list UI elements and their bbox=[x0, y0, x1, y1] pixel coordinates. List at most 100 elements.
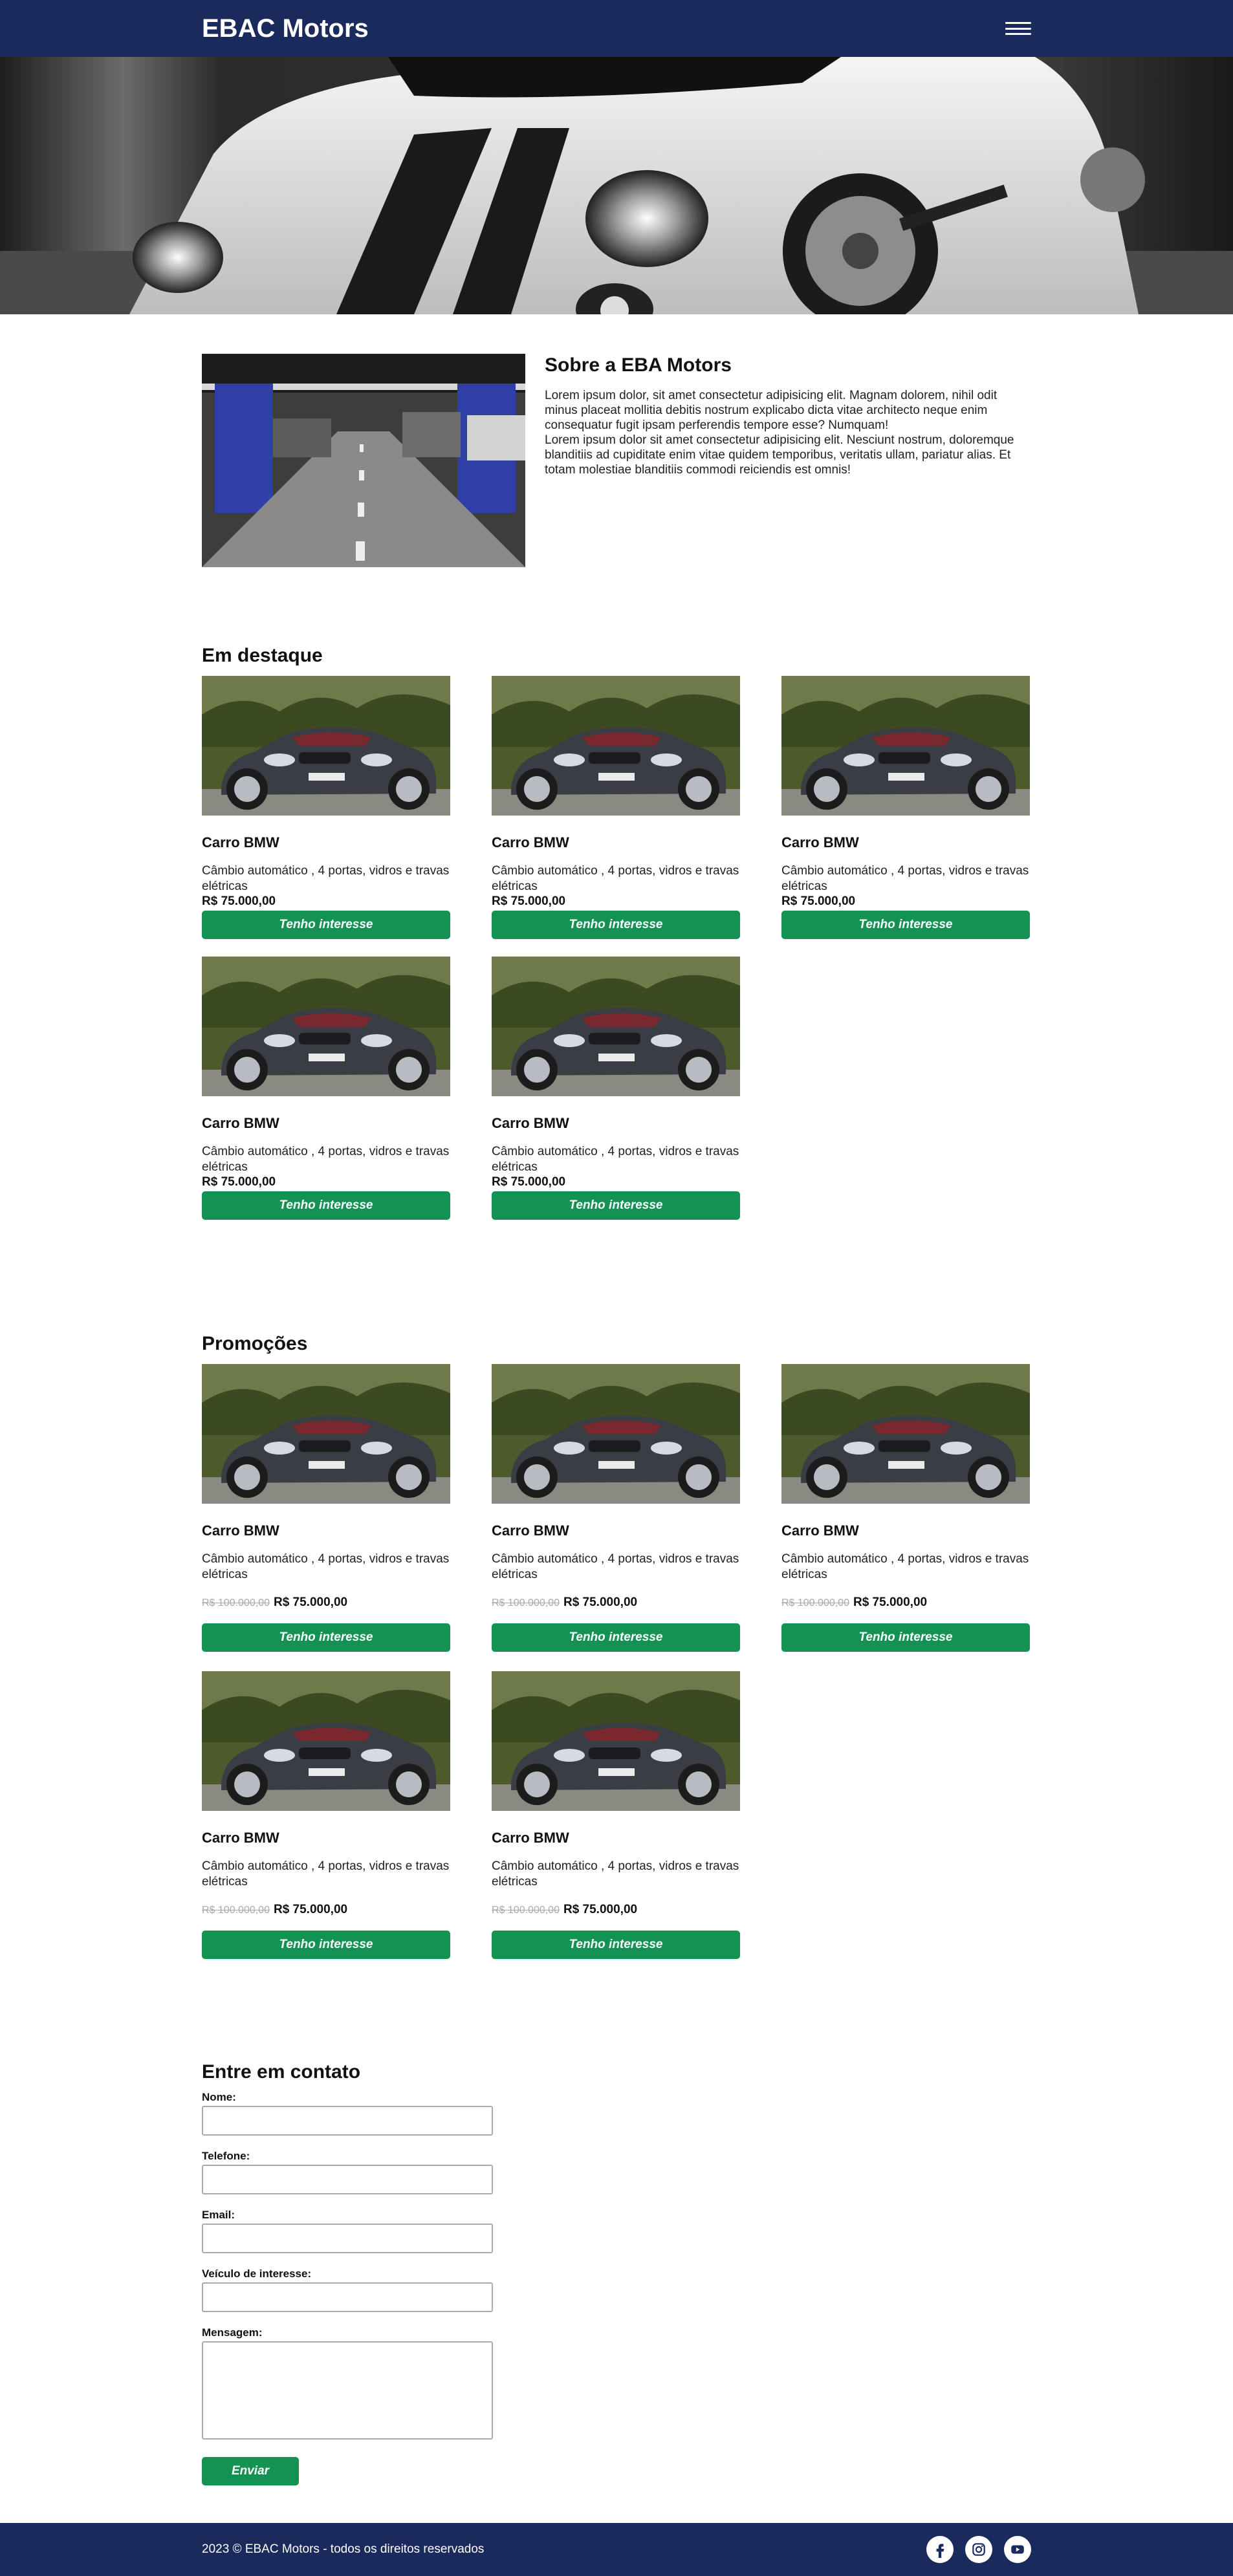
about-section: Sobre a EBA Motors Lorem ipsum dolor, si… bbox=[202, 354, 1031, 567]
interest-button[interactable]: Tenho interesse bbox=[202, 1191, 450, 1220]
card-description: Câmbio automático , 4 portas, vidros e t… bbox=[202, 864, 450, 893]
card-price: R$ 75.000,00 bbox=[202, 1175, 276, 1189]
car-image bbox=[202, 957, 450, 1096]
card-price: R$ 75.000,00 bbox=[202, 894, 276, 908]
card-title: Carro BMW bbox=[492, 1115, 569, 1131]
contact-title: Entre em contato bbox=[202, 2061, 361, 2083]
vehicle-label: Veículo de interesse: bbox=[202, 2268, 312, 2280]
vehicle-input[interactable] bbox=[202, 2282, 493, 2312]
car-image bbox=[202, 1364, 450, 1504]
email-input[interactable] bbox=[202, 2224, 493, 2253]
card-title: Carro BMW bbox=[492, 834, 569, 850]
promo-title: Promoções bbox=[202, 1333, 308, 1354]
card-description: Câmbio automático , 4 portas, vidros e t… bbox=[202, 1859, 450, 1889]
about-paragraph-2: Lorem ipsum dolor sit amet consectetur a… bbox=[545, 433, 1014, 477]
car-image bbox=[492, 957, 740, 1096]
phone-label: Telefone: bbox=[202, 2150, 250, 2162]
copyright-text: 2023 © EBAC Motors - todos os direitos r… bbox=[202, 2542, 485, 2556]
card-title: Carro BMW bbox=[202, 1522, 279, 1539]
interest-button[interactable]: Tenho interesse bbox=[202, 1623, 450, 1652]
interest-button[interactable]: Tenho interesse bbox=[781, 1623, 1030, 1652]
message-textarea[interactable] bbox=[202, 2341, 493, 2440]
interest-button[interactable]: Tenho interesse bbox=[781, 911, 1030, 939]
price-row: R$ 100.000,00 R$ 75.000,00 bbox=[202, 1596, 450, 1610]
card-description: Câmbio automático , 4 portas, vidros e t… bbox=[492, 1145, 739, 1174]
featured-section: Em destaque Carro BMW Câmbio automático ,… bbox=[202, 645, 1031, 1237]
card-price: R$ 75.000,00 bbox=[273, 1596, 348, 1609]
card-title: Carro BMW bbox=[202, 834, 279, 850]
car-image bbox=[202, 676, 450, 816]
featured-grid: Carro BMW Câmbio automático , 4 portas, v… bbox=[202, 676, 1031, 1237]
card-title: Carro BMW bbox=[781, 834, 859, 850]
logo[interactable]: EBAC Motors bbox=[202, 14, 369, 43]
submit-button[interactable]: Enviar bbox=[202, 2457, 299, 2485]
parking-garage-illustration bbox=[202, 354, 525, 567]
promo-section: Promoções Carro BMW Câmbio automático , 4… bbox=[202, 1333, 1031, 1978]
youtube-icon[interactable] bbox=[1004, 2536, 1031, 2563]
message-label: Mensagem: bbox=[202, 2326, 263, 2339]
car-image bbox=[781, 676, 1030, 816]
email-label: Email: bbox=[202, 2209, 235, 2221]
interest-button[interactable]: Tenho interesse bbox=[492, 1623, 740, 1652]
card-description: Câmbio automático , 4 portas, vidros e t… bbox=[492, 1859, 739, 1889]
interest-button[interactable]: Tenho interesse bbox=[492, 911, 740, 939]
card-description: Câmbio automático , 4 portas, vidros e t… bbox=[492, 1552, 739, 1581]
old-price: R$ 100.000,00 bbox=[781, 1597, 849, 1608]
car-image bbox=[492, 1671, 740, 1811]
card-description: Câmbio automático , 4 portas, vidros e t… bbox=[781, 1552, 1029, 1581]
price-row: R$ 100.000,00 R$ 75.000,00 bbox=[202, 1903, 450, 1917]
interest-button[interactable]: Tenho interesse bbox=[492, 1191, 740, 1220]
name-input[interactable] bbox=[202, 2106, 493, 2136]
parking-garage-image bbox=[202, 354, 525, 567]
phone-input[interactable] bbox=[202, 2165, 493, 2194]
car-image bbox=[492, 676, 740, 816]
interest-button[interactable]: Tenho interesse bbox=[492, 1931, 740, 1959]
contact-form: Nome: Telefone: Email: Veículo de intere… bbox=[202, 2091, 1031, 2485]
form-group-phone: Telefone: bbox=[202, 2150, 1031, 2194]
card-description: Câmbio automático , 4 portas, vidros e t… bbox=[202, 1552, 450, 1581]
header-inner: EBAC Motors bbox=[202, 0, 1031, 57]
form-group-message: Mensagem: bbox=[202, 2326, 1031, 2443]
about-paragraph-1: Lorem ipsum dolor, sit amet consectetur … bbox=[545, 389, 998, 432]
car-image bbox=[202, 1671, 450, 1811]
old-price: R$ 100.000,00 bbox=[492, 1597, 560, 1608]
instagram-icon[interactable] bbox=[965, 2536, 992, 2563]
featured-card: Carro BMW Câmbio automático , 4 portas, v… bbox=[492, 676, 740, 947]
site-footer: 2023 © EBAC Motors - todos os direitos r… bbox=[0, 2523, 1233, 2576]
old-price: R$ 100.000,00 bbox=[202, 1905, 270, 1916]
card-description: Câmbio automático , 4 portas, vidros e t… bbox=[492, 864, 739, 893]
card-price: R$ 75.000,00 bbox=[563, 1903, 638, 1916]
card-title: Carro BMW bbox=[492, 1522, 569, 1539]
card-description: Câmbio automático , 4 portas, vidros e t… bbox=[202, 1145, 450, 1174]
promo-card: Carro BMW Câmbio automático , 4 portas, v… bbox=[492, 1671, 740, 1959]
featured-card: Carro BMW Câmbio automático , 4 portas, v… bbox=[781, 676, 1030, 947]
page-container: Sobre a EBA Motors Lorem ipsum dolor, si… bbox=[202, 354, 1031, 2485]
old-price: R$ 100.000,00 bbox=[202, 1597, 270, 1608]
featured-card: Carro BMW Câmbio automático , 4 portas, v… bbox=[202, 957, 450, 1228]
form-group-email: Email: bbox=[202, 2209, 1031, 2253]
facebook-icon[interactable] bbox=[926, 2536, 954, 2563]
hero-banner bbox=[0, 57, 1233, 314]
old-price: R$ 100.000,00 bbox=[492, 1905, 560, 1916]
card-title: Carro BMW bbox=[202, 1115, 279, 1131]
footer-inner: 2023 © EBAC Motors - todos os direitos r… bbox=[202, 2523, 1031, 2576]
card-price: R$ 75.000,00 bbox=[563, 1596, 638, 1609]
interest-button[interactable]: Tenho interesse bbox=[202, 911, 450, 939]
promo-grid: Carro BMW Câmbio automático , 4 portas, v… bbox=[202, 1364, 1031, 1978]
card-title: Carro BMW bbox=[492, 1830, 569, 1846]
promo-card: Carro BMW Câmbio automático , 4 portas, v… bbox=[202, 1671, 450, 1959]
card-title: Carro BMW bbox=[781, 1522, 859, 1539]
social-links bbox=[926, 2536, 1031, 2563]
price-row: R$ 100.000,00 R$ 75.000,00 bbox=[492, 1596, 740, 1610]
card-price: R$ 75.000,00 bbox=[492, 894, 566, 908]
card-price: R$ 75.000,00 bbox=[781, 894, 856, 908]
about-text: Sobre a EBA Motors Lorem ipsum dolor, si… bbox=[545, 354, 1031, 567]
form-group-name: Nome: bbox=[202, 2091, 1031, 2136]
price-row: R$ 100.000,00 R$ 75.000,00 bbox=[492, 1903, 740, 1917]
site-header: EBAC Motors bbox=[0, 0, 1233, 57]
interest-button[interactable]: Tenho interesse bbox=[202, 1931, 450, 1959]
hamburger-menu-icon[interactable] bbox=[1005, 22, 1031, 35]
card-title: Carro BMW bbox=[202, 1830, 279, 1846]
promo-card: Carro BMW Câmbio automático , 4 portas, v… bbox=[492, 1364, 740, 1652]
sports-car-banner-image bbox=[0, 57, 1233, 314]
